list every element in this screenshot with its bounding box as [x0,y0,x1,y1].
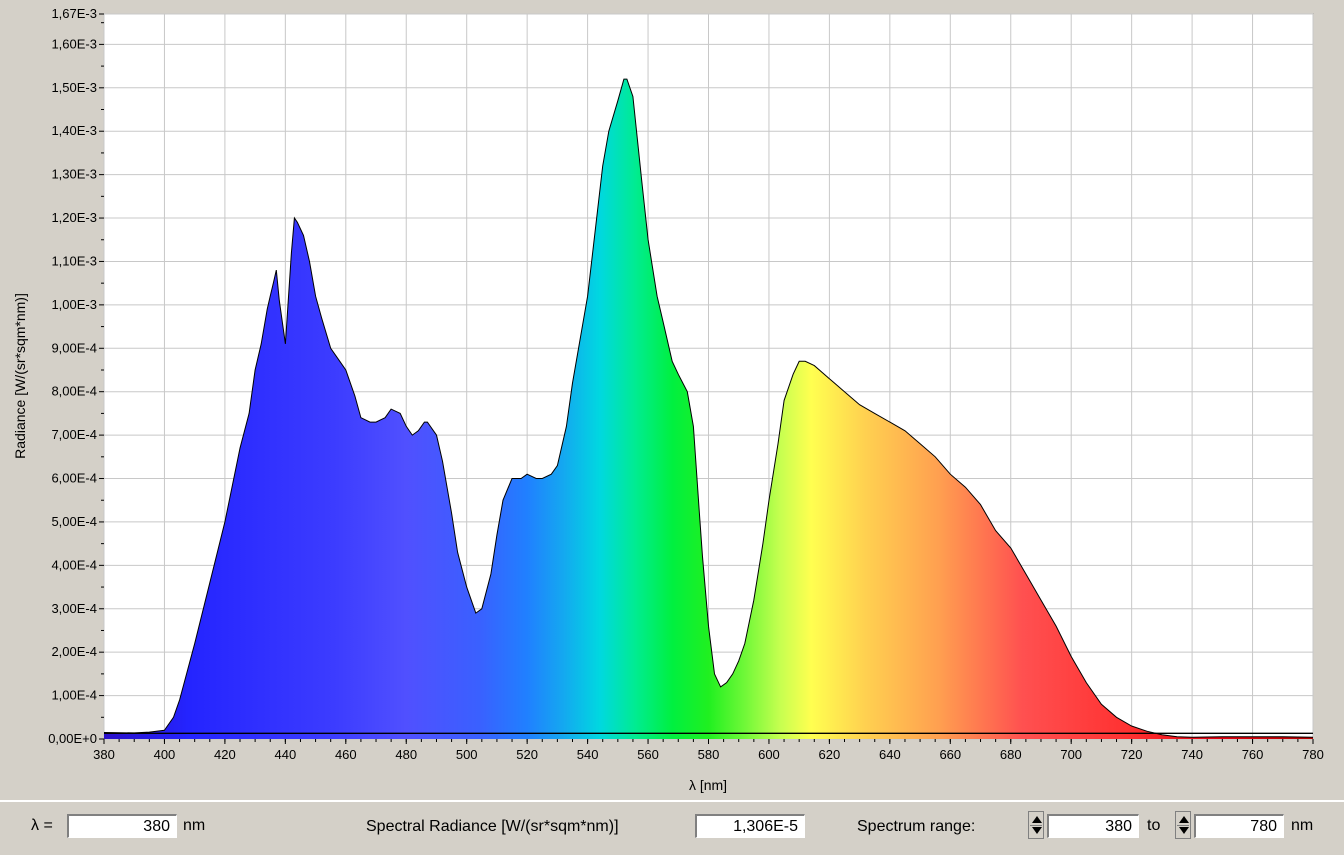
x-tick-label: 400 [154,747,176,762]
y-axis-ticks: 0,00E+0 1,00E-4 2,00E-4 3,00E-4 4,00E-4 5,00E… [48,6,104,746]
y-tick-label: 1,67E-3 [51,6,97,21]
x-tick-label: 720 [1121,747,1143,762]
y-tick-label: 1,00E-4 [51,688,97,703]
spectrum-chart[interactable]: 380 400 420 440 460 480 500 520 540 560 580 600 620 6… [0,0,1344,800]
lambda-field[interactable]: 380 [67,814,177,838]
x-tick-label: 500 [456,747,478,762]
spinner-divider [1177,825,1189,826]
x-tick-label: 560 [637,747,659,762]
x-tick-label: 740 [1181,747,1203,762]
x-tick-label: 760 [1242,747,1264,762]
x-tick-label: 540 [577,747,599,762]
y-tick-label: 2,00E-4 [51,644,97,659]
y-tick-label: 1,60E-3 [51,36,97,51]
y-tick-label: 4,00E-4 [51,557,97,572]
y-tick-label: 0,00E+0 [48,731,97,746]
y-tick-label: 1,40E-3 [51,123,97,138]
x-tick-label: 580 [698,747,720,762]
y-tick-label: 3,00E-4 [51,601,97,616]
x-tick-label: 640 [879,747,901,762]
spinner-divider [1030,825,1042,826]
x-axis-ticks: 380 400 420 440 460 480 500 520 540 560 580 600 620 6… [93,739,1324,762]
y-axis-title: Radiance [W/(sr*sqm*nm)] [12,293,28,459]
x-tick-label: 700 [1060,747,1082,762]
y-tick-label: 1,10E-3 [51,253,97,268]
spin-down-icon[interactable] [1179,827,1189,834]
x-tick-label: 680 [1000,747,1022,762]
x-tick-label: 660 [939,747,961,762]
range-unit: nm [1291,817,1314,834]
x-tick-label: 460 [335,747,357,762]
spin-up-icon[interactable] [1032,816,1042,823]
spin-down-icon[interactable] [1032,827,1042,834]
y-tick-label: 5,00E-4 [51,514,97,529]
x-tick-label: 520 [516,747,538,762]
y-tick-label: 1,00E-3 [51,297,97,312]
lambda-unit: nm [183,817,206,834]
y-tick-label: 1,30E-3 [51,167,97,182]
x-tick-label: 420 [214,747,236,762]
control-bar: λ = 380 nm Spectral Radiance [W/(sr*sqm*… [0,800,1344,855]
range-from-field[interactable]: 380 [1047,814,1139,838]
x-tick-label: 380 [93,747,115,762]
x-tick-label: 440 [274,747,296,762]
x-tick-label: 600 [758,747,780,762]
x-tick-label: 620 [819,747,841,762]
y-tick-label: 1,50E-3 [51,80,97,95]
spin-up-icon[interactable] [1179,816,1189,823]
radiance-label: Spectral Radiance [W/(sr*sqm*nm)] [366,818,619,835]
y-tick-label: 1,20E-3 [51,210,97,225]
range-label: Spectrum range: [857,818,976,835]
range-from-spinner[interactable] [1028,811,1044,839]
y-tick-label: 8,00E-4 [51,384,97,399]
x-tick-label: 480 [395,747,417,762]
x-axis-title: λ [nm] [689,777,727,793]
y-tick-label: 6,00E-4 [51,471,97,486]
range-to-spinner[interactable] [1175,811,1191,839]
y-tick-label: 7,00E-4 [51,427,97,442]
range-to-label: to [1147,817,1161,834]
spectrum-chart-panel: 380 400 420 440 460 480 500 520 540 560 580 600 620 6… [0,0,1344,800]
x-tick-label: 780 [1302,747,1324,762]
lambda-label: λ = [31,817,53,834]
range-to-field[interactable]: 780 [1194,814,1284,838]
radiance-value-field: 1,306E-5 [695,814,805,838]
y-tick-label: 9,00E-4 [51,340,97,355]
